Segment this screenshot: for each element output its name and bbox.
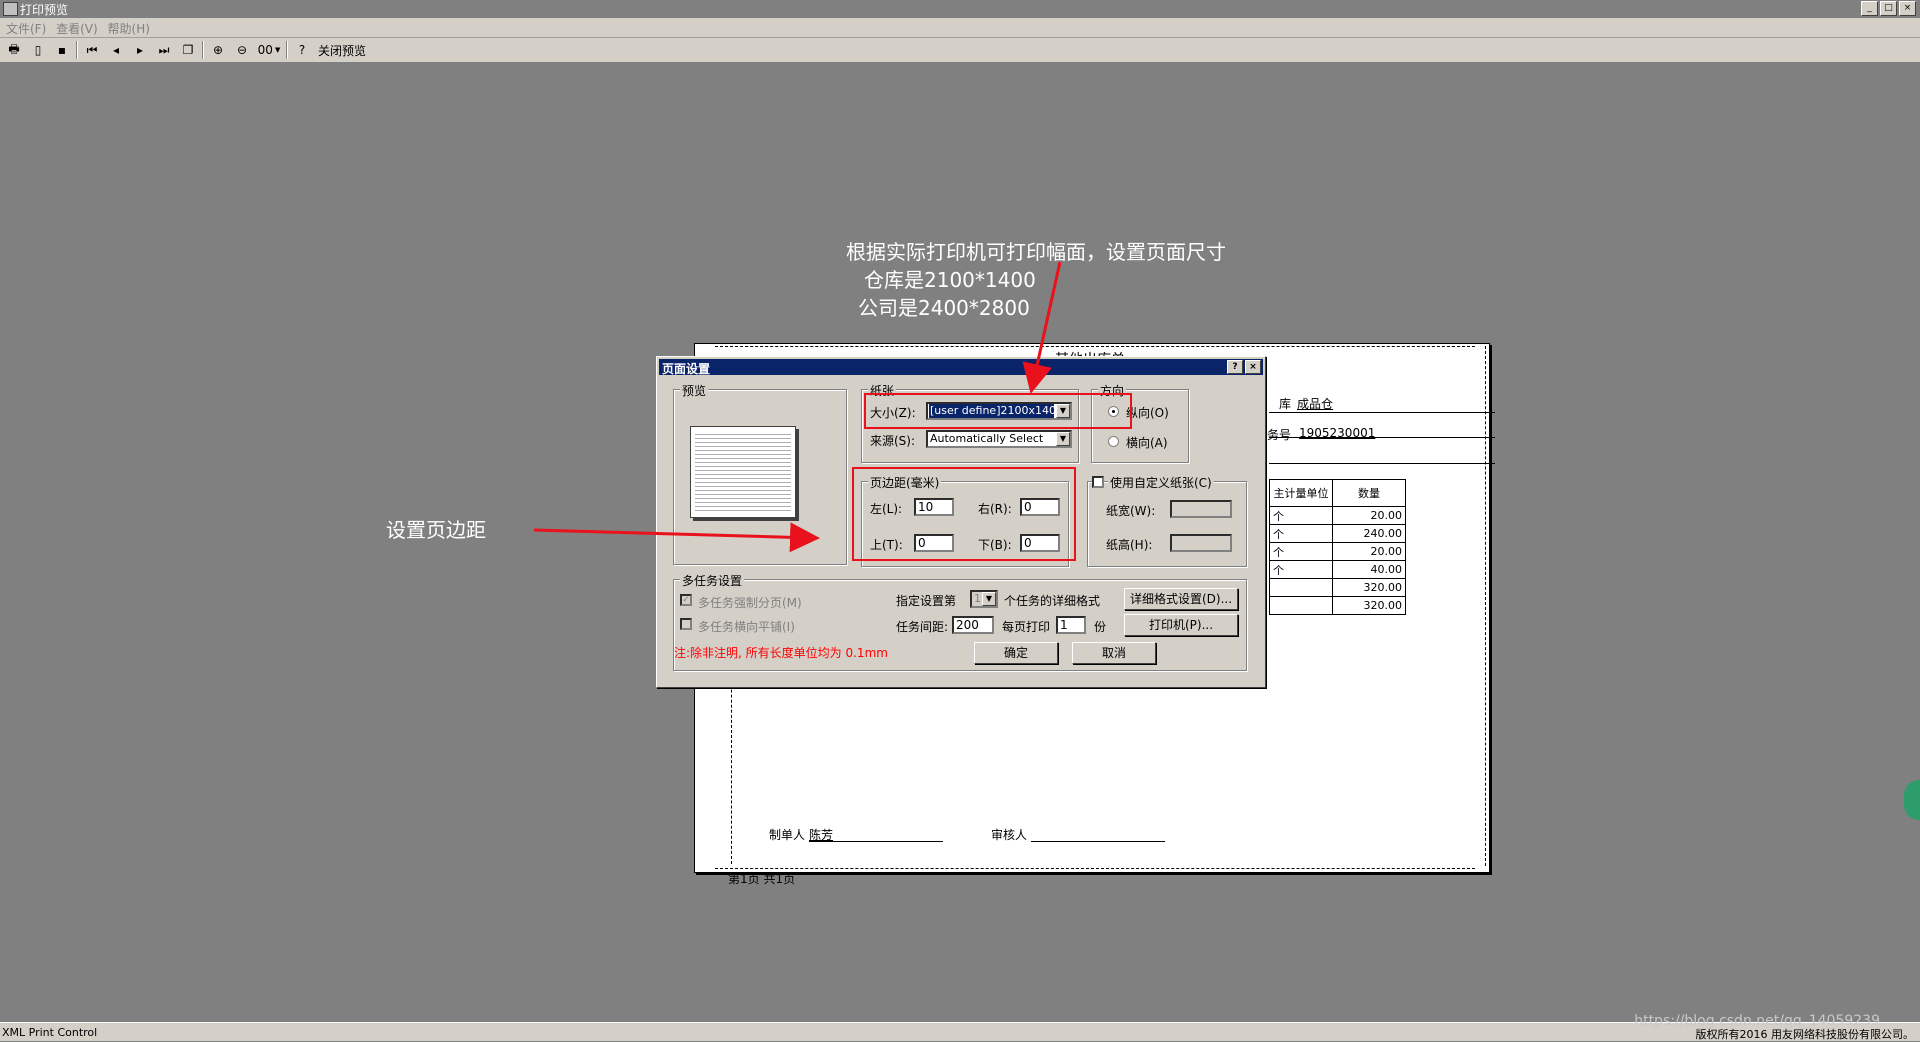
side-floating-button[interactable] (1904, 780, 1920, 820)
arrow-to-paper-size (1022, 261, 1062, 394)
status-left-text: XML Print Control (2, 1026, 98, 1039)
status-bar: XML Print Control https://blog.csdn.net/… (0, 1013, 1920, 1041)
annotation-arrows (533, 261, 1062, 553)
arrow-to-margins (533, 522, 820, 553)
